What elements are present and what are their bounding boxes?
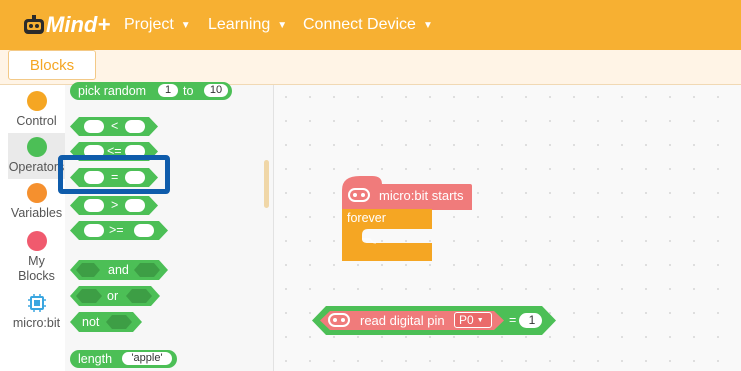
not-operator: not [82,315,100,329]
menu-connect-device[interactable]: Connect Device ▼ [303,0,433,50]
pick-random-to-field[interactable]: 10 [204,84,228,97]
tab-blocks-label: Blocks [29,56,75,74]
my-blocks-dot-icon [26,231,47,251]
read-digital-pin-label: read digital pin [360,313,445,328]
compare-operator: = [509,313,517,327]
length-label: length [78,352,113,366]
variables-dot-icon [26,183,47,203]
menu-learning[interactable]: Learning ▼ [208,0,287,50]
microbit-chip-icon [27,294,46,312]
pick-random-from-field[interactable]: 1 [158,84,178,97]
category-variables[interactable]: Variables [8,183,65,220]
microbit-face-icon [348,188,370,202]
menu-project[interactable]: Project ▼ [124,0,191,50]
and-operator: and [108,263,129,277]
compare-value-field[interactable]: 1 [522,313,542,328]
menu-project-label: Project [124,16,174,33]
operators-dot-icon [26,137,47,157]
category-microbit[interactable]: micro:bit [8,293,65,330]
highlight-box [58,155,170,194]
block-pick-random[interactable]: pick random 1 to 10 [70,82,232,100]
menu-connect-device-label: Connect Device [303,16,416,33]
palette-scrollbar[interactable] [264,160,269,208]
greater-or-equal-operator: >= [109,223,124,237]
microbit-face-icon [328,313,350,327]
category-operators-label: Operators [8,160,65,174]
menu-learning-label: Learning [208,16,271,33]
category-sidebar: Control Operators Variables My Blocks mi… [8,85,66,371]
block-length[interactable]: length 'apple' [70,350,177,368]
logo-text: Mind+ [46,12,111,37]
dropdown-arrow-icon: ▼ [476,316,484,324]
pin-dropdown[interactable]: P0 ▼ [454,312,492,328]
category-my-blocks[interactable]: My Blocks [8,231,65,284]
caret-down-icon: ▼ [277,19,288,31]
pick-random-to-label: to [183,84,194,98]
category-microbit-label: micro:bit [12,316,61,330]
or-operator: or [107,289,119,303]
microbit-starts-label: micro:bit starts [379,188,464,203]
category-control[interactable]: Control [8,91,65,128]
category-control-label: Control [16,114,57,128]
caret-down-icon: ▼ [180,19,191,31]
category-variables-label: Variables [10,206,63,220]
pick-random-label: pick random [78,84,147,98]
forever-label: forever [347,211,386,225]
control-dot-icon [26,91,47,111]
tab-bar [0,50,741,85]
category-my-blocks-label: My Blocks [18,254,55,283]
app-logo[interactable]: Mind+ [22,9,110,41]
less-than-operator: < [111,119,119,133]
robot-logo-icon [24,15,44,34]
pin-value: P0 [459,313,474,327]
category-operators[interactable]: Operators [8,133,65,179]
length-value-field[interactable]: 'apple' [122,352,172,365]
greater-than-operator: > [111,198,119,212]
block-palette: pick random 1 to 10 < <= = > >= and or n… [65,82,274,371]
block-not[interactable] [70,312,142,332]
tab-blocks[interactable]: Blocks [8,50,96,80]
caret-down-icon: ▼ [422,19,433,31]
